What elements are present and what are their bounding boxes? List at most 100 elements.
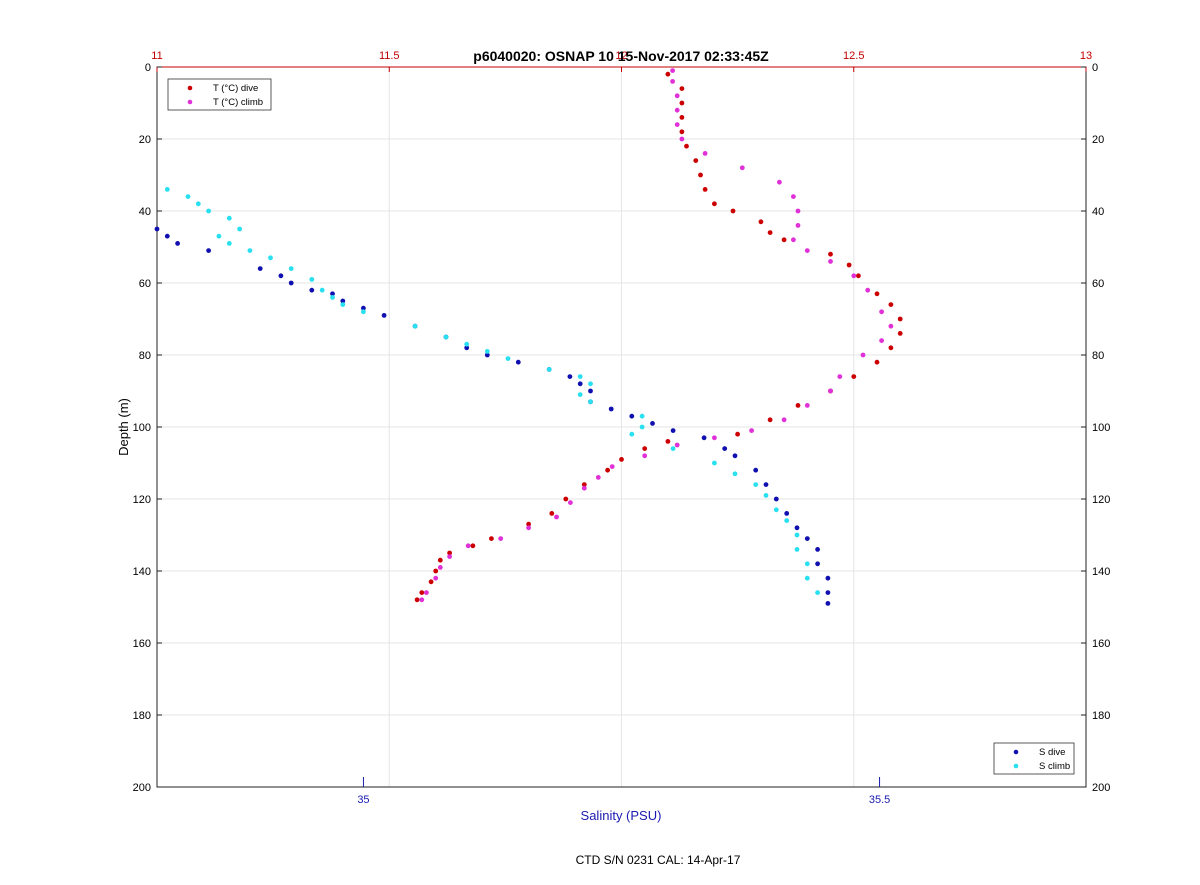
- bottom-tick-label: 35.5: [869, 794, 890, 806]
- data-point-s-climb: [484, 349, 490, 354]
- y-tick-label-left: 20: [139, 134, 151, 146]
- data-point-s-climb: [164, 187, 170, 192]
- top-tick-label: 11.5: [379, 50, 400, 62]
- data-point-t-c-dive: [888, 345, 894, 351]
- data-point-t-c-climb: [851, 273, 857, 279]
- data-point-t-c-climb: [447, 554, 452, 559]
- data-point-t-c-climb: [879, 309, 884, 315]
- data-point-t-c-climb: [795, 208, 801, 214]
- data-point-t-c-dive: [679, 115, 685, 120]
- data-point-s-dive: [784, 511, 790, 516]
- data-point-t-c-dive: [781, 237, 787, 243]
- data-point-s-climb: [185, 194, 191, 200]
- data-point-s-climb: [361, 309, 366, 315]
- data-point-t-c-dive: [679, 86, 685, 91]
- data-point-t-c-climb: [465, 543, 471, 549]
- data-point-t-c-dive: [605, 467, 610, 473]
- data-point-t-c-dive: [851, 374, 857, 379]
- data-point-t-c-climb: [526, 525, 531, 531]
- data-point-t-c-dive: [888, 302, 894, 307]
- data-point-s-climb: [268, 255, 273, 261]
- data-point-s-climb: [577, 374, 583, 379]
- data-point-s-climb: [588, 399, 593, 405]
- data-point-s-climb: [753, 482, 759, 487]
- data-point-t-c-dive: [433, 568, 439, 574]
- data-point-t-c-dive: [419, 590, 425, 595]
- data-point-t-c-climb: [837, 374, 843, 379]
- data-point-s-dive: [629, 413, 635, 419]
- data-point-s-dive: [701, 435, 707, 441]
- data-point-t-c-climb: [609, 464, 615, 469]
- y-tick-label-left: 200: [133, 782, 151, 794]
- y-tick-label-left: 0: [145, 62, 151, 74]
- data-point-s-climb: [794, 547, 800, 552]
- data-point-t-c-dive: [642, 446, 648, 451]
- y-tick-label-right: 100: [1092, 422, 1110, 434]
- y-tick-label-right: 0: [1092, 62, 1098, 74]
- data-point-s-dive: [732, 453, 738, 459]
- data-point-s-climb: [464, 341, 470, 347]
- data-point-t-c-dive: [702, 187, 708, 192]
- y-tick-label-left: 80: [139, 350, 151, 362]
- data-point-s-climb: [505, 356, 511, 361]
- data-point-t-c-dive: [470, 543, 476, 549]
- data-point-t-c-climb: [674, 442, 680, 448]
- data-point-t-c-climb: [804, 248, 810, 254]
- legend-label-t-dive: T (°C) dive: [213, 83, 258, 94]
- data-point-s-climb: [226, 215, 232, 221]
- data-point-t-c-dive: [679, 100, 685, 106]
- legend-label-s-climb: S climb: [1039, 761, 1070, 772]
- data-point-t-c-climb: [554, 514, 559, 520]
- y-tick-label-right: 200: [1092, 782, 1110, 794]
- top-tick-label: 13: [1080, 50, 1092, 62]
- data-point-t-c-dive: [712, 201, 717, 207]
- data-point-t-c-dive: [693, 158, 699, 164]
- data-point-t-c-climb: [828, 259, 833, 264]
- footnote: CTD S/N 0231 CAL: 14-Apr-17: [576, 853, 741, 867]
- chart-title: p6040020: OSNAP 10 15-Nov-2017 02:33:45Z: [473, 48, 769, 64]
- data-point-t-c-climb: [795, 223, 801, 228]
- data-point-s-climb: [712, 460, 717, 466]
- data-point-s-climb: [815, 590, 820, 595]
- data-point-s-climb: [340, 302, 346, 307]
- data-point-s-dive: [288, 280, 294, 286]
- data-point-t-c-climb: [670, 79, 675, 84]
- data-point-t-c-climb: [749, 428, 754, 433]
- y-tick-label-left: 100: [133, 422, 151, 434]
- data-point-t-c-climb: [860, 352, 866, 358]
- data-point-s-dive: [309, 287, 315, 293]
- y-tick-label-right: 180: [1092, 710, 1110, 722]
- data-point-s-climb: [784, 518, 790, 523]
- data-point-s-dive: [381, 313, 387, 318]
- data-point-s-climb: [588, 381, 593, 387]
- data-point-t-c-dive: [897, 331, 903, 336]
- data-point-t-c-dive: [874, 291, 880, 297]
- y-tick-label-right: 20: [1092, 134, 1104, 146]
- data-point-t-c-dive: [437, 557, 443, 563]
- y-tick-label-right: 80: [1092, 350, 1104, 362]
- data-point-s-climb: [804, 575, 810, 581]
- data-point-t-c-dive: [735, 431, 740, 437]
- data-point-s-climb: [319, 287, 325, 293]
- data-point-s-climb: [546, 367, 552, 372]
- legend-marker-t-dive: [187, 85, 193, 91]
- data-point-s-climb: [226, 241, 232, 246]
- data-point-s-dive: [567, 374, 573, 379]
- data-point-t-c-climb: [828, 388, 833, 394]
- data-point-s-dive: [164, 233, 170, 239]
- data-point-t-c-climb: [781, 417, 787, 423]
- data-point-t-c-climb: [670, 68, 675, 73]
- data-point-t-c-climb: [433, 575, 439, 581]
- data-point-t-c-dive: [619, 457, 624, 462]
- data-point-t-c-dive: [730, 208, 736, 214]
- legend-label-s-dive: S dive: [1039, 747, 1065, 758]
- legend-label-t-climb: T (°C) climb: [213, 97, 263, 108]
- y-tick-label-left: 140: [133, 566, 151, 578]
- data-point-t-c-climb: [498, 536, 504, 541]
- data-point-s-dive: [175, 241, 181, 246]
- data-point-s-climb: [237, 226, 243, 232]
- data-point-s-climb: [443, 334, 449, 340]
- data-point-s-climb: [732, 471, 738, 477]
- data-point-s-climb: [330, 295, 335, 300]
- data-point-t-c-dive: [665, 439, 671, 444]
